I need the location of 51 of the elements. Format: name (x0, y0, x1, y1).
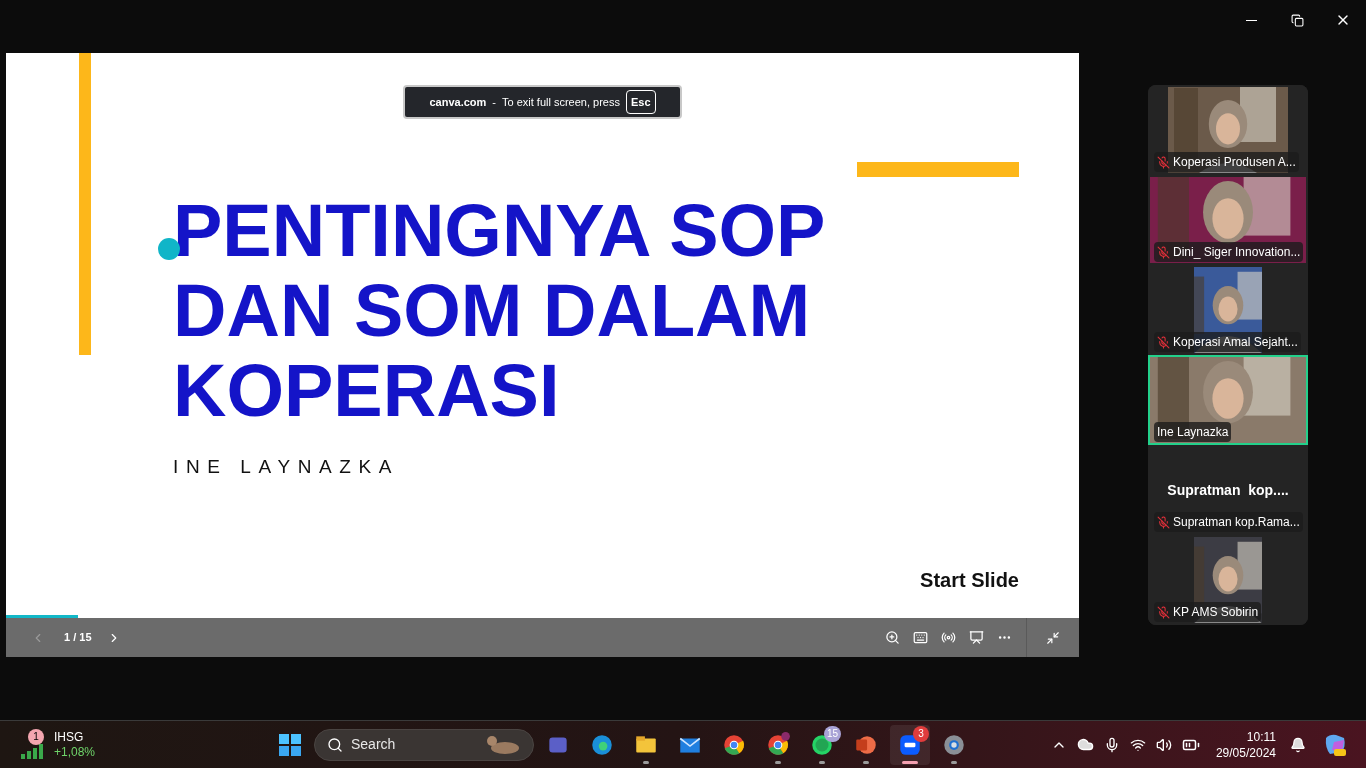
broadcast-icon (940, 630, 956, 645)
video-tile[interactable]: Koperasi Produsen A... (1148, 85, 1308, 175)
running-indicator (863, 760, 869, 764)
pointer-highlight (158, 238, 180, 260)
banner-message: To exit full screen, press (502, 94, 620, 110)
video-tile[interactable]: KP AMS Sobirin (1148, 535, 1308, 625)
participant-name: Koperasi Amal Sejaht... (1173, 334, 1298, 351)
speaker-name: INE LAYNAZKA (173, 455, 400, 479)
participant-name: Supratman kop.Rama... (1173, 514, 1300, 531)
windows-logo-icon (279, 733, 301, 756)
search-placeholder: Search (351, 735, 396, 754)
video-tile[interactable]: Ine Laynazka (1148, 355, 1308, 445)
zoom-in-icon (884, 630, 900, 645)
screen-icon (968, 630, 984, 645)
running-indicator (643, 760, 649, 764)
app-icon (765, 731, 791, 758)
bell-icon[interactable] (1290, 736, 1306, 753)
participant-display-name: Supratman kop.... (1167, 480, 1289, 500)
restore-icon (1290, 13, 1304, 27)
search-icon (327, 736, 343, 753)
video-tile[interactable]: Dini_ Siger Innovation... (1148, 175, 1308, 265)
participant-name: Dini_ Siger Innovation... (1173, 244, 1301, 261)
running-indicator (775, 760, 781, 764)
taskbar-app[interactable]: 3 (890, 724, 930, 765)
stock-widget[interactable]: 1 IHSG +1,08% (20, 723, 130, 766)
minimize-icon (1245, 19, 1257, 21)
volume-icon[interactable] (1155, 736, 1172, 753)
collapse-icon (1046, 630, 1060, 645)
slide-title: PENTINGNYA SOP DAN SOM DALAM KOPERASI (173, 191, 826, 431)
banner-site: canva.com (429, 94, 487, 110)
time-text: 10:11 (1246, 728, 1276, 745)
esc-key: Esc (626, 89, 656, 115)
keyboard-icon (912, 630, 928, 645)
participant-name: Ine Laynazka (1157, 424, 1229, 441)
running-indicator (951, 760, 957, 764)
participant-name: KP AMS Sobirin (1173, 604, 1259, 621)
notification-badge: 15 (823, 725, 841, 742)
date-text: 29/05/2024 (1215, 744, 1276, 761)
widget-change: +1,08% (54, 744, 96, 760)
cloud-icon[interactable] (1076, 736, 1094, 753)
clock[interactable]: 10:11 29/05/2024 (1215, 728, 1276, 761)
notification-badge: 1 (28, 728, 44, 745)
banner-separator: - (492, 94, 496, 110)
search-field[interactable]: Search (314, 728, 534, 761)
widget-title: IHSG (54, 729, 85, 745)
notification-badge: 3 (913, 725, 929, 742)
running-indicator (902, 760, 918, 764)
page-indicator: 1 / 15 (64, 630, 92, 646)
start-slide-label: Start Slide (920, 568, 1019, 593)
running-indicator (819, 760, 825, 764)
participant-name: Koperasi Produsen A... (1173, 154, 1296, 171)
